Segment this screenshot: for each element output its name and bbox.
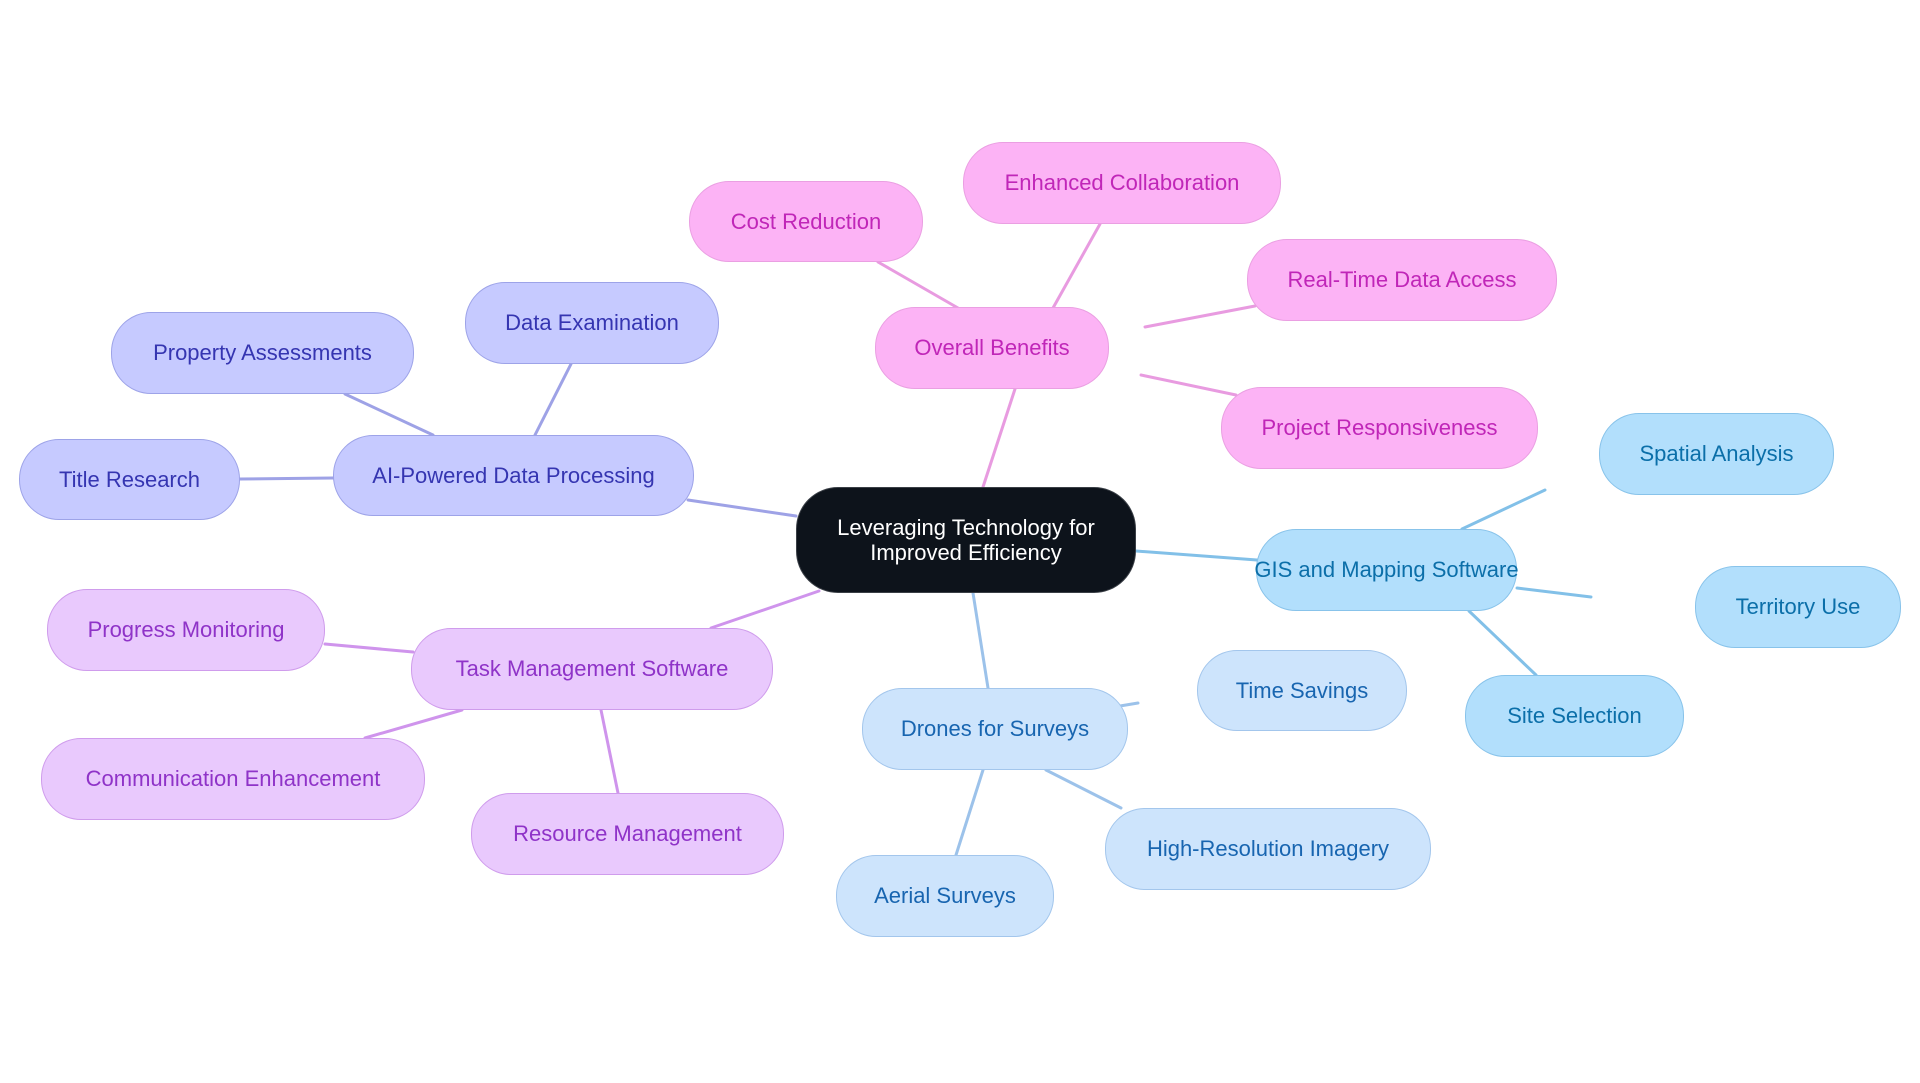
edge-ai-dataexam (533, 362, 573, 437)
node-communication-enhancement[interactable]: Communication Enhancement (41, 738, 425, 820)
edge-root-drones (971, 591, 990, 690)
edge-gis-territory (1515, 586, 1593, 599)
node-enhanced-collaboration[interactable]: Enhanced Collaboration (963, 142, 1281, 224)
node-label: Progress Monitoring (87, 617, 285, 643)
node-label: Aerial Surveys (874, 883, 1016, 909)
node-label: GIS and Mapping Software (1254, 557, 1519, 583)
node-overall-benefits[interactable]: Overall Benefits (875, 307, 1109, 389)
node-label: High-Resolution Imagery (1146, 836, 1390, 862)
node-territory-use[interactable]: Territory Use (1695, 566, 1901, 648)
edge-benefits-responsive (1139, 373, 1238, 397)
node-label: Cost Reduction (730, 208, 882, 234)
node-label: Time Savings (1235, 677, 1369, 703)
node-label: Site Selection (1507, 703, 1642, 729)
node-spatial-analysis[interactable]: Spatial Analysis (1599, 413, 1834, 495)
node-label: Overall Benefits (914, 335, 1070, 361)
edge-ai-property (343, 392, 435, 437)
node-drones-for-surveys[interactable]: Drones for Surveys (862, 688, 1128, 770)
edge-drones-hires (1044, 768, 1123, 810)
node-label: Real-Time Data Access (1287, 267, 1517, 293)
node-high-resolution-imagery[interactable]: High-Resolution Imagery (1105, 808, 1431, 890)
node-resource-management[interactable]: Resource Management (471, 793, 784, 875)
node-label: AI-Powered Data Processing (372, 462, 655, 488)
node-label: Communication Enhancement (85, 766, 381, 792)
edge-gis-site (1467, 609, 1538, 677)
node-title-research[interactable]: Title Research (19, 439, 240, 520)
node-ai-powered-data-processing[interactable]: AI-Powered Data Processing (333, 435, 694, 516)
node-cost-reduction[interactable]: Cost Reduction (689, 181, 923, 262)
node-data-examination[interactable]: Data Examination (465, 282, 719, 364)
edge-benefits-realtime (1143, 304, 1257, 329)
node-label: Property Assessments (153, 340, 372, 366)
node-property-assessments[interactable]: Property Assessments (111, 312, 414, 394)
edge-root-ai (686, 498, 798, 518)
node-label: Title Research (58, 466, 200, 492)
node-label: Task Management Software (455, 656, 729, 682)
edge-benefits-cost (876, 260, 960, 310)
node-label: Spatial Analysis (1639, 441, 1794, 467)
edge-drones-aerial (954, 768, 985, 857)
edge-root-task (709, 589, 821, 630)
edge-root-benefits (981, 387, 1017, 489)
edge-benefits-collab (1051, 222, 1102, 310)
node-aerial-surveys[interactable]: Aerial Surveys (836, 855, 1054, 937)
node-label: Data Examination (505, 310, 679, 336)
root-label: Leveraging Technology for Improved Effic… (837, 514, 1095, 565)
edge-gis-spatial (1460, 488, 1547, 531)
node-label: Drones for Surveys (900, 716, 1090, 742)
edge-task-progress (323, 642, 415, 654)
node-label: Territory Use (1735, 594, 1861, 620)
node-label: Project Responsiveness (1261, 415, 1498, 441)
node-real-time-data-access[interactable]: Real-Time Data Access (1247, 239, 1557, 321)
node-time-savings[interactable]: Time Savings (1197, 650, 1407, 731)
node-task-management-software[interactable]: Task Management Software (411, 628, 773, 710)
node-gis-and-mapping-software[interactable]: GIS and Mapping Software (1254, 529, 1519, 611)
edge-ai-title (238, 476, 335, 481)
node-site-selection[interactable]: Site Selection (1465, 675, 1684, 757)
node-label: Resource Management (513, 821, 742, 847)
node-label: Enhanced Collaboration (1004, 170, 1240, 196)
edge-root-gis (1134, 549, 1259, 562)
node-progress-monitoring[interactable]: Progress Monitoring (47, 589, 325, 671)
edge-task-resource (599, 708, 620, 795)
root-node[interactable]: Leveraging Technology for Improved Effic… (796, 487, 1136, 593)
node-project-responsiveness[interactable]: Project Responsiveness (1221, 387, 1538, 469)
edge-task-comm (363, 708, 464, 740)
